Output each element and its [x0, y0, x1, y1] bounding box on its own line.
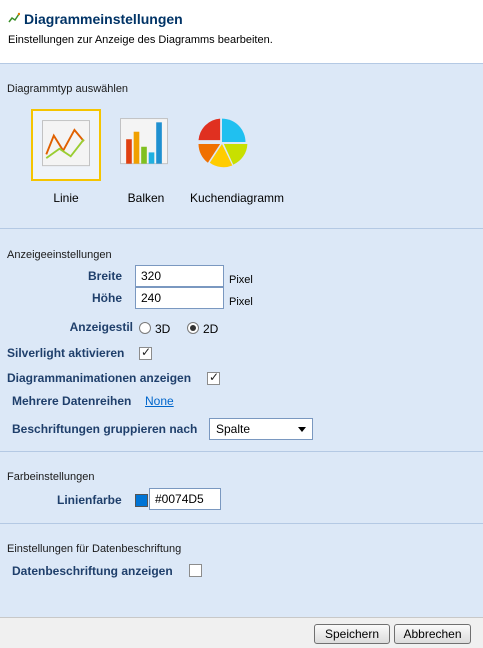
pie-chart-icon — [198, 118, 248, 168]
silverlight-label: Silverlight aktivieren — [7, 346, 125, 360]
chart-type-line-label: Linie — [53, 191, 79, 205]
data-label-section-title: Einstellungen für Datenbeschriftung — [7, 543, 182, 555]
chart-type-bar-label: Balken — [127, 191, 165, 205]
style-3d-label: 3D — [155, 322, 171, 336]
chart-type-line-option[interactable] — [31, 109, 101, 181]
line-chart-icon — [42, 120, 90, 167]
multiple-series-label: Mehrere Datenreihen — [12, 394, 132, 408]
chart-type-pie-option[interactable] — [189, 109, 259, 181]
animations-label: Diagrammanimationen anzeigen — [7, 371, 192, 385]
line-color-label: Linienfarbe — [57, 493, 122, 507]
height-label: Höhe — [92, 291, 122, 305]
width-input[interactable] — [135, 265, 224, 287]
group-labels-select[interactable]: Spalte — [209, 418, 313, 440]
chevron-down-icon — [298, 427, 306, 432]
display-section-title: Anzeigeeinstellungen — [7, 249, 112, 261]
display-style-label: Anzeigestil — [69, 320, 133, 334]
bar-chart-icon — [120, 118, 168, 165]
animations-checkbox[interactable] — [207, 370, 220, 385]
chart-type-section-title: Diagrammtyp auswählen — [7, 83, 129, 95]
chart-type-pie-label: Kuchendiagramm — [189, 191, 285, 205]
height-input[interactable] — [135, 287, 224, 309]
multiple-series-link[interactable]: None — [145, 394, 174, 408]
line-color-input[interactable] — [149, 488, 221, 510]
line-color-swatch[interactable] — [135, 494, 148, 507]
chart-type-bar-option[interactable] — [111, 109, 181, 181]
show-data-labels-checkbox[interactable] — [189, 564, 202, 577]
style-2d-label: 2D — [203, 322, 219, 336]
save-button[interactable]: Speichern — [314, 624, 390, 644]
silverlight-checkbox[interactable] — [139, 345, 152, 360]
cancel-button[interactable]: Abbrechen — [394, 624, 471, 644]
style-2d-radio[interactable] — [187, 322, 199, 334]
settings-panel: Diagrammtyp auswählen Linie Balken Kuche… — [0, 63, 483, 617]
style-3d-radio[interactable] — [139, 322, 151, 334]
color-section-title: Farbeinstellungen — [7, 471, 95, 483]
width-label: Breite — [87, 269, 122, 283]
chart-settings-icon — [8, 12, 20, 23]
dialog-footer: Speichern Abbrechen — [0, 617, 483, 648]
group-labels-label: Beschriftungen gruppieren nach — [12, 422, 198, 436]
show-data-labels-label: Datenbeschriftung anzeigen — [12, 564, 173, 578]
section-divider — [0, 228, 483, 229]
width-unit: Pixel — [229, 274, 253, 286]
group-labels-value: Spalte — [216, 422, 251, 436]
section-divider — [0, 451, 483, 452]
dialog-header: Diagrammeinstellungen Einstellungen zur … — [0, 0, 483, 63]
height-unit: Pixel — [229, 296, 253, 308]
section-divider — [0, 523, 483, 524]
dialog-subtitle: Einstellungen zur Anzeige des Diagramms … — [8, 34, 273, 46]
dialog-title: Diagrammeinstellungen — [24, 11, 183, 27]
